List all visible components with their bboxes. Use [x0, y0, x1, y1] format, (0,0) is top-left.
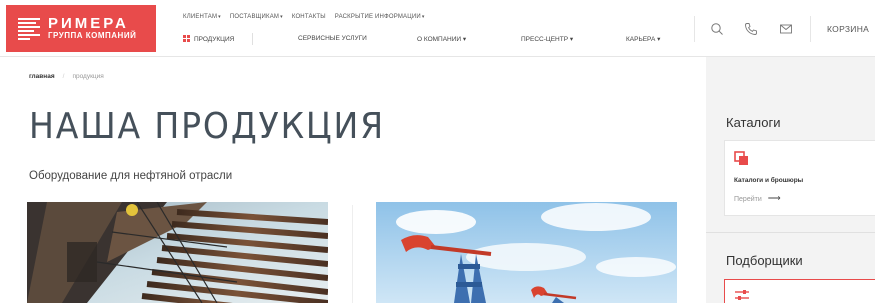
catalog-card-title: Каталоги и брошюры — [734, 177, 804, 184]
top-navigation: КЛИЕНТАМ▾ ПОСТАВЩИКАМ▾ КОНТАКТЫ РАСКРЫТИ… — [183, 14, 425, 20]
nav-item-career[interactable]: КАРЬЕРА ▾ — [626, 35, 660, 43]
breadcrumb-separator: / — [62, 73, 65, 80]
site-header: РИМЕРА ГРУППА КОМПАНИЙ КЛИЕНТАМ▾ ПОСТАВЩ… — [0, 0, 875, 57]
catalog-card-link[interactable]: Перейти ⟶ — [734, 193, 781, 204]
topnav-item-suppliers[interactable]: ПОСТАВЩИКАМ▾ — [230, 14, 283, 20]
selector-card[interactable] — [724, 279, 875, 303]
product-image-pumpjacks[interactable] — [376, 202, 677, 303]
chevron-down-icon: ▾ — [218, 14, 221, 20]
nav-item-services[interactable]: СЕРВИСНЫЕ УСЛУГИ — [298, 35, 367, 42]
main-navigation: ПРОДУКЦИЯ СЕРВИСНЫЕ УСЛУГИ О КОМПАНИИ ▾ … — [183, 33, 670, 47]
company-logo[interactable]: РИМЕРА ГРУППА КОМПАНИЙ — [6, 5, 156, 52]
page-title: НАША ПРОДУКЦИЯ — [29, 106, 385, 147]
grid-icon — [183, 35, 190, 42]
nav-item-products[interactable]: ПРОДУКЦИЯ — [183, 35, 234, 43]
search-icon[interactable] — [710, 22, 724, 36]
header-separator — [694, 16, 695, 42]
logo-name: РИМЕРА — [48, 15, 129, 32]
header-separator — [810, 16, 811, 42]
sidebar-catalogs-title: Каталоги — [726, 115, 781, 130]
topnav-item-clients[interactable]: КЛИЕНТАМ▾ — [183, 14, 221, 20]
sidebar-selectors-title: Подборщики — [726, 253, 803, 268]
cart-link[interactable]: КОРЗИНА — [827, 24, 869, 34]
card-divider — [352, 205, 353, 303]
breadcrumb-current: продукция — [72, 73, 104, 80]
breadcrumb-home[interactable]: главная — [29, 73, 55, 80]
product-image-pipes[interactable] — [27, 202, 328, 303]
chevron-down-icon: ▾ — [657, 36, 661, 43]
chevron-down-icon: ▾ — [569, 36, 574, 43]
logo-subtitle: ГРУППА КОМПАНИЙ — [48, 31, 137, 40]
breadcrumb: главная / продукция — [29, 73, 104, 80]
documents-icon — [734, 151, 748, 165]
nav-divider — [252, 33, 253, 45]
sliders-icon — [735, 290, 749, 300]
logo-mark-icon — [18, 17, 40, 40]
sidebar-divider — [706, 232, 875, 233]
nav-item-press[interactable]: ПРЕСС-ЦЕНТР ▾ — [521, 35, 573, 43]
chevron-down-icon: ▾ — [421, 14, 425, 20]
chevron-down-icon: ▾ — [462, 36, 467, 43]
mail-icon[interactable] — [779, 22, 793, 36]
nav-item-company[interactable]: О КОМПАНИИ ▾ — [417, 35, 466, 43]
phone-icon[interactable] — [744, 22, 758, 36]
topnav-item-contacts[interactable]: КОНТАКТЫ — [292, 14, 326, 20]
sidebar: Каталоги Каталоги и брошюры Перейти ⟶ Под… — [706, 57, 875, 303]
topnav-item-disclosure[interactable]: РАСКРЫТИЕ ИНФОРМАЦИИ▾ — [335, 14, 425, 20]
chevron-down-icon: ▾ — [280, 14, 283, 20]
catalog-card[interactable]: Каталоги и брошюры Перейти ⟶ — [724, 140, 875, 216]
section-title: Оборудование для нефтяной отрасли — [29, 170, 233, 182]
arrow-right-icon: ⟶ — [767, 193, 781, 203]
